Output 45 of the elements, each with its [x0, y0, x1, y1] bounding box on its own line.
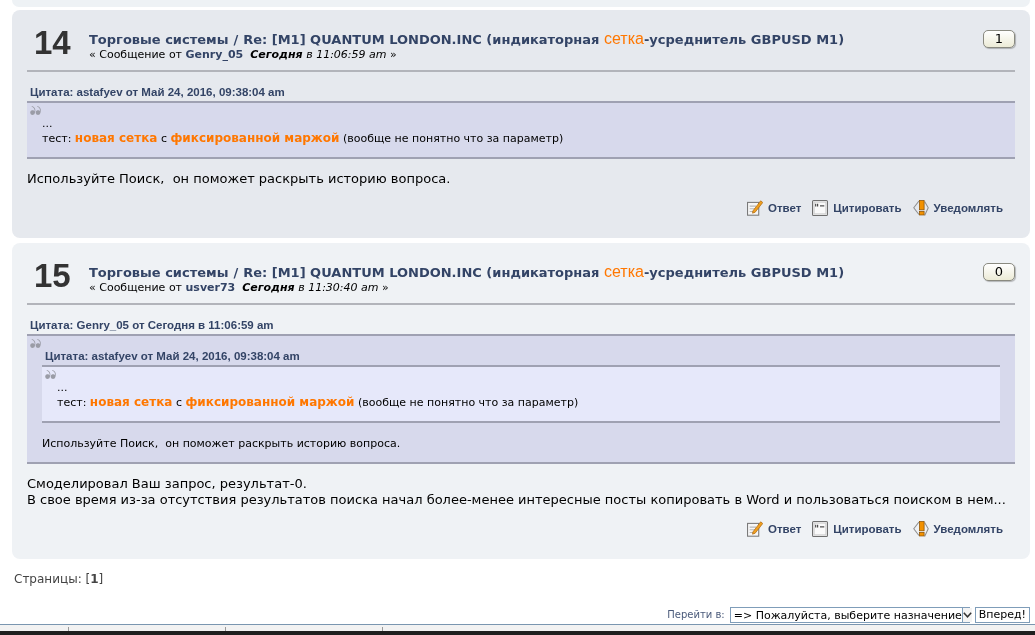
chevron-down-icon: [962, 612, 972, 618]
quote-link[interactable]: Цитировать: [812, 521, 902, 537]
exclamation-icon: [912, 521, 929, 537]
quote-text: ...: [42, 116, 54, 131]
notepad-pencil-icon: [746, 200, 763, 216]
post-meta: « Сообщение от Genry_05 Сегодня в 11:06:59 am »: [89, 48, 397, 62]
post-number: 14: [33, 29, 72, 57]
quote-link[interactable]: Цитировать: [812, 200, 902, 216]
quote-header: Цитата: astafyev от Май 24, 2016, 09:38:04 am: [45, 349, 301, 363]
quote-document-icon: [812, 521, 829, 537]
quote-header: Цитата: Genry_05 от Сегодня в 11:06:59 am: [30, 318, 275, 332]
quote-text: тест: новая сетка с фиксированной маржой (вообще не понятно что за параметр): [57, 395, 580, 410]
pagination: Страницы: [1]: [14, 572, 104, 587]
post-number: 15: [33, 262, 72, 290]
board-link[interactable]: Торговые системы: [89, 264, 229, 281]
reply-link[interactable]: Ответ: [746, 521, 802, 537]
notepad-pencil-icon: [746, 521, 763, 537]
quote-header: Цитата: astafyev от Май 24, 2016, 09:38:04 am: [30, 85, 286, 99]
notify-link[interactable]: Уведомлять: [912, 521, 1003, 537]
title-separator: /: [233, 31, 239, 48]
title-separator: /: [233, 264, 239, 281]
post-text: Смоделировал Ваш запрос, результат-0.: [27, 476, 308, 492]
karma-counter: 1: [983, 30, 1015, 48]
post-text: В свое время из-за отсутствия результатов поиска начал более-менее интересные посты копировать в Word и пользоваться поиском в нем...: [27, 492, 1007, 508]
quote-mark-icon: [30, 106, 41, 115]
quote-text: Используйте Поиск, он поможет раскрыть историю вопроса.: [42, 436, 402, 451]
topic-link[interactable]: Re: [M1] QUANTUM LONDON.INC (индикаторная сетка-усреднитель GBPUSD M1): [243, 30, 845, 48]
board-link[interactable]: Торговые системы: [89, 31, 229, 48]
go-button[interactable]: Вперед!: [974, 607, 1030, 623]
karma-counter: 0: [983, 263, 1015, 281]
post-text: Используйте Поиск, он поможет раскрыть историю вопроса.: [27, 171, 452, 187]
quote-mark-icon: [45, 370, 56, 379]
reply-link[interactable]: Ответ: [746, 200, 802, 216]
destination-select[interactable]: => Пожалуйста, выберите назначение: [729, 607, 970, 623]
quote-text: тест: новая сетка с фиксированной маржой (вообще не понятно что за параметр): [42, 131, 565, 146]
quote-mark-icon: [30, 339, 41, 348]
jump-label: Перейти в:: [667, 609, 725, 621]
topic-link[interactable]: Re: [M1] QUANTUM LONDON.INC (индикаторная сетка-усреднитель GBPUSD M1): [243, 263, 845, 281]
quote-document-icon: [812, 200, 829, 216]
quote-text: ...: [57, 380, 69, 395]
author-link[interactable]: Genry_05: [185, 48, 244, 61]
author-link[interactable]: usver73: [185, 281, 236, 294]
notify-link[interactable]: Уведомлять: [912, 200, 1003, 216]
post-meta: « Сообщение от usver73 Сегодня в 11:30:40 am »: [89, 281, 389, 295]
exclamation-icon: [912, 200, 929, 216]
